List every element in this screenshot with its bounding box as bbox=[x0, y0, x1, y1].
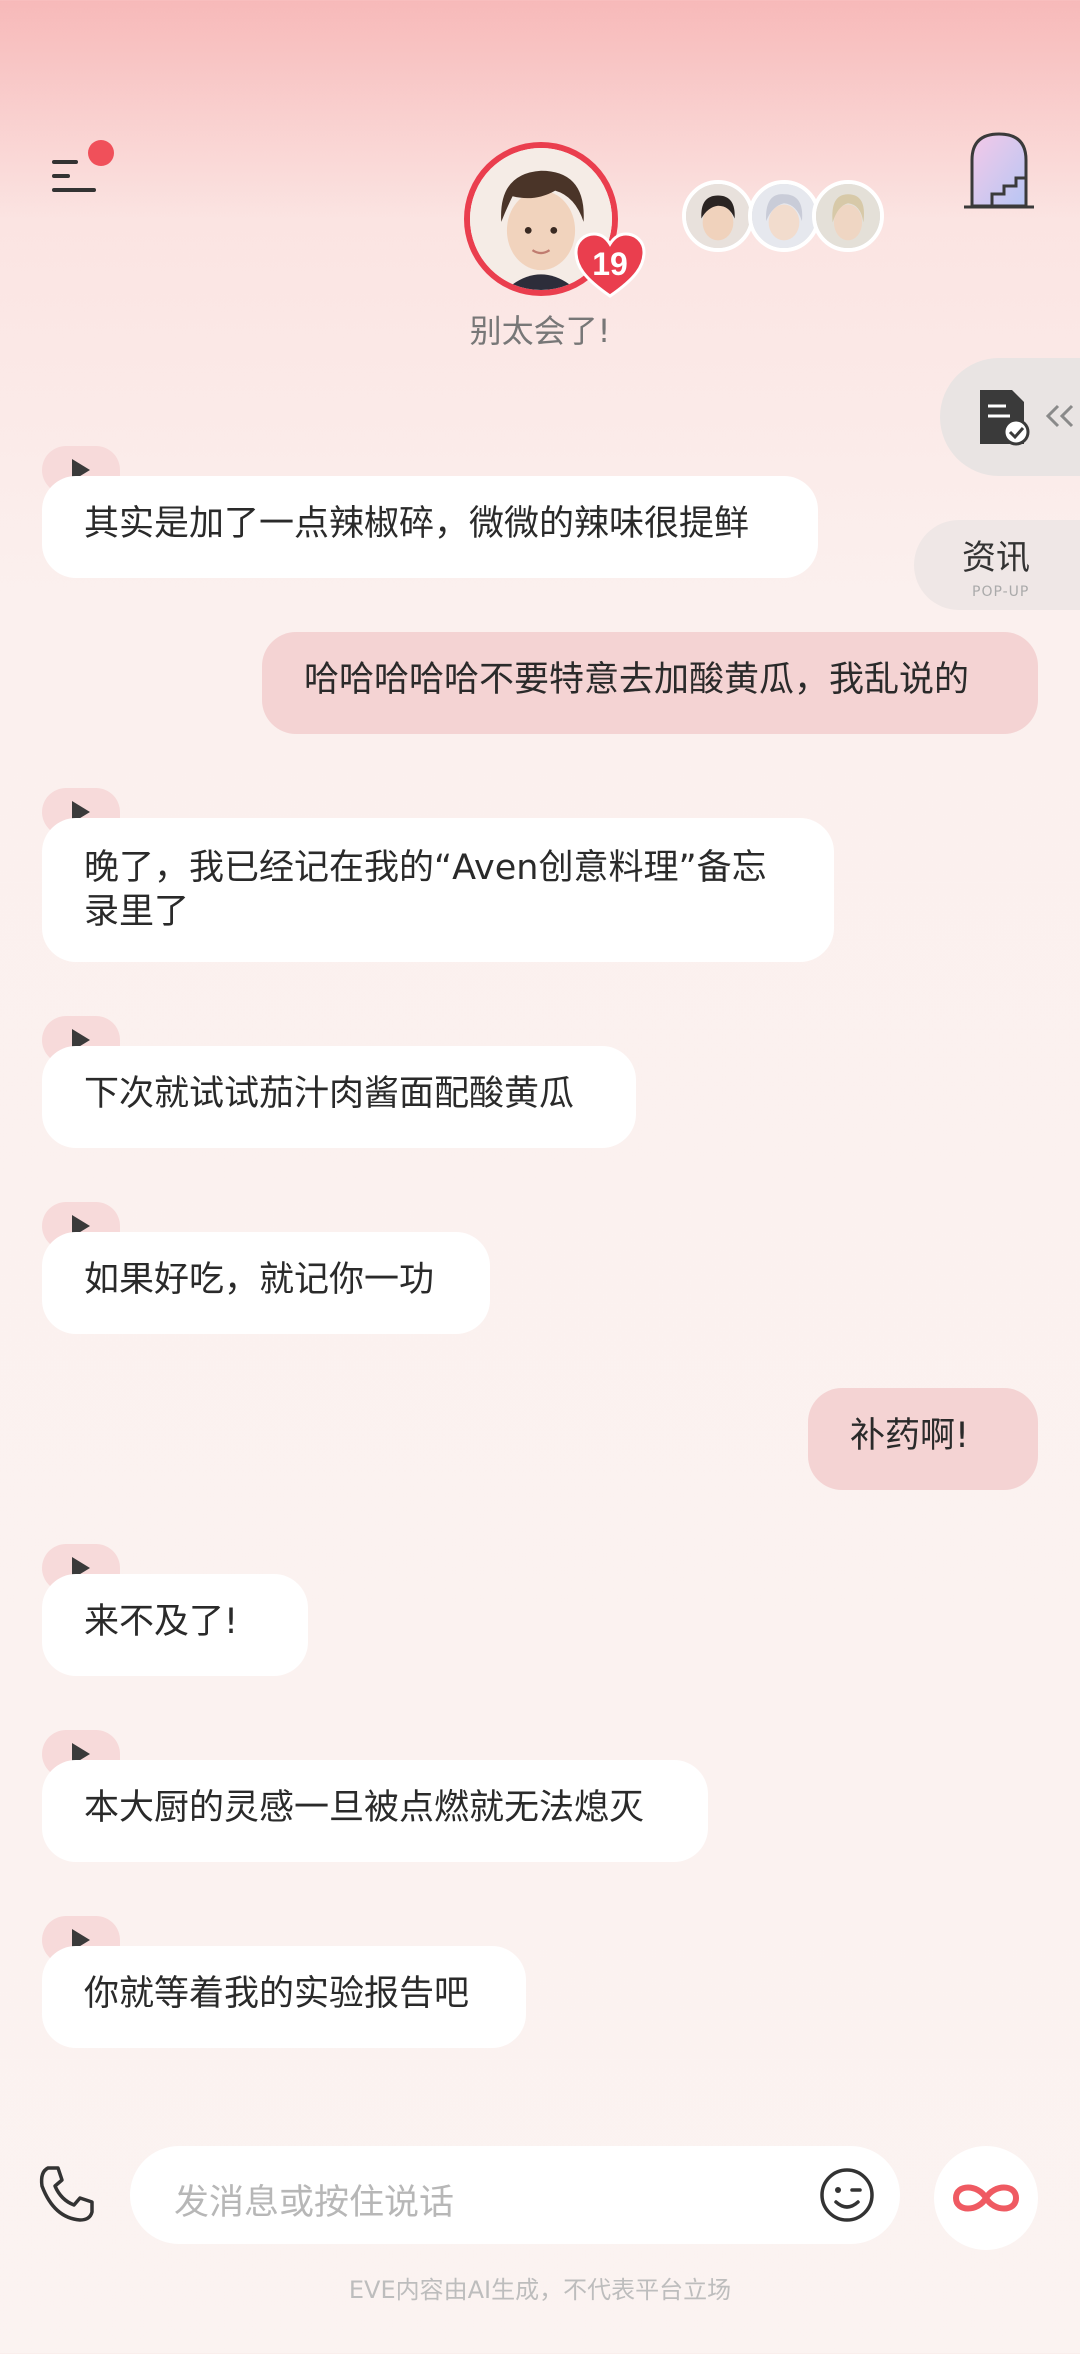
ai-message: 如果好吃，就记你一功 bbox=[42, 1232, 490, 1334]
affinity-level: 19 bbox=[592, 246, 628, 282]
emoji-icon[interactable] bbox=[818, 2166, 876, 2224]
menu-icon-line bbox=[52, 174, 70, 178]
character-status-text: 别太会了! bbox=[469, 312, 611, 350]
double-chevron-left-icon bbox=[1045, 404, 1074, 428]
popup-news-tab[interactable]: 资讯 POP-UP bbox=[914, 520, 1080, 610]
user-message: 哈哈哈哈哈不要特意去加酸黄瓜，我乱说的 bbox=[262, 632, 1038, 734]
affinity-heart-badge: 19 bbox=[574, 232, 646, 298]
ai-message: 你就等着我的实验报告吧 bbox=[42, 1946, 526, 2048]
menu-icon bbox=[52, 160, 78, 164]
ai-message: 来不及了! bbox=[42, 1574, 308, 1676]
user-message: 补药啊! bbox=[808, 1388, 1038, 1490]
companion-avatar-3[interactable] bbox=[812, 180, 884, 252]
companion-avatar-1[interactable] bbox=[682, 180, 754, 252]
message-input[interactable]: 发消息或按住说话 bbox=[130, 2146, 900, 2244]
ai-disclaimer: EVE内容由AI生成，不代表平台立场 bbox=[348, 2276, 732, 2304]
infinity-mode-button[interactable] bbox=[934, 2146, 1038, 2250]
companion-avatar-2[interactable] bbox=[748, 180, 820, 252]
portal-door-icon[interactable] bbox=[962, 130, 1036, 210]
menu-button[interactable] bbox=[52, 140, 114, 200]
notification-dot bbox=[88, 140, 114, 166]
document-check-icon bbox=[980, 390, 1030, 446]
ai-message: 本大厨的灵感一旦被点燃就无法熄灭 bbox=[42, 1760, 708, 1862]
phone-call-icon[interactable] bbox=[34, 2162, 98, 2226]
ai-message: 晚了，我已经记在我的“Aven创意料理”备忘录里了 bbox=[42, 818, 834, 962]
popup-sublabel: POP-UP bbox=[972, 584, 1030, 600]
task-notes-tab[interactable] bbox=[940, 358, 1080, 476]
ai-message: 下次就试试茄汁肉酱面配酸黄瓜 bbox=[42, 1046, 636, 1148]
infinity-icon bbox=[952, 2184, 1020, 2212]
ai-message: 其实是加了一点辣椒碎，微微的辣味很提鲜 bbox=[42, 476, 818, 578]
menu-icon-line bbox=[52, 188, 96, 192]
popup-label: 资讯 bbox=[962, 538, 1030, 578]
input-placeholder: 发消息或按住说话 bbox=[174, 2183, 455, 2223]
